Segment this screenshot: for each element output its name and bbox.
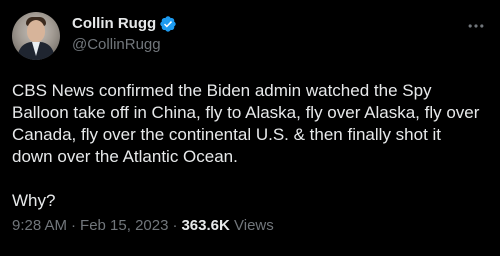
- tweet-text-paragraph: Why?: [12, 191, 56, 210]
- tweet-text-paragraph: CBS News confirmed the Biden admin watch…: [12, 81, 480, 166]
- meta-separator: ·: [172, 217, 178, 234]
- verified-badge-icon: [160, 16, 176, 32]
- avatar-face: [27, 20, 45, 42]
- tweet-text: CBS News confirmed the Biden admin watch…: [12, 80, 482, 212]
- tweet-date[interactable]: Feb 15, 2023: [80, 217, 168, 234]
- views-count: 363.6K: [181, 217, 230, 234]
- views-label: Views: [234, 217, 274, 234]
- tweet-header: Collin Rugg @CollinRugg: [12, 12, 484, 64]
- tweet-meta: 9:28 AM · Feb 15, 2023 · 363.6K Views: [12, 216, 274, 236]
- meta-separator: ·: [71, 217, 77, 234]
- avatar[interactable]: [12, 12, 60, 60]
- more-horizontal-icon[interactable]: [466, 16, 486, 36]
- author-names: Collin Rugg @CollinRugg: [72, 12, 177, 55]
- name-row: Collin Rugg: [72, 14, 177, 34]
- author-handle[interactable]: @CollinRugg: [72, 35, 177, 55]
- author-display-name[interactable]: Collin Rugg: [72, 14, 156, 34]
- tweet: Collin Rugg @CollinRugg CBS News confirm…: [0, 0, 500, 256]
- tweet-time[interactable]: 9:28 AM: [12, 217, 67, 234]
